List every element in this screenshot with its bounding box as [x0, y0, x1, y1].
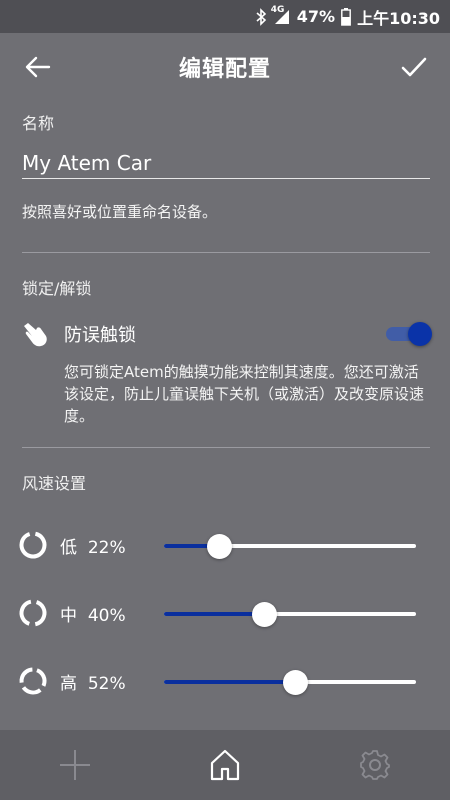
slider-thumb[interactable] — [282, 670, 308, 695]
touch-hand-icon — [24, 323, 47, 347]
back-button[interactable] — [22, 51, 54, 83]
add-button[interactable] — [45, 735, 105, 795]
slider-fill — [164, 612, 265, 616]
clock: 上午10:30 — [357, 8, 440, 28]
signal-icon: 4G — [271, 5, 291, 25]
child-lock-label: 防误触锁 — [64, 325, 136, 346]
divider — [22, 252, 430, 253]
bottom-nav — [0, 730, 450, 800]
app-bar: 编辑配置 — [0, 33, 450, 101]
lock-section-label: 锁定/解锁 — [22, 279, 92, 298]
child-lock-toggle[interactable] — [386, 322, 432, 346]
speed-low-percent: 22% — [87, 538, 126, 558]
speed-high-percent: 52% — [87, 674, 126, 694]
settings-gear-icon — [360, 750, 390, 780]
speed-high-slider[interactable] — [164, 670, 416, 695]
speed-section-label: 风速设置 — [22, 474, 87, 493]
device-name-input[interactable] — [22, 147, 430, 179]
speed-high-name: 高 — [60, 674, 77, 694]
child-lock-row: 防误触锁 — [22, 316, 432, 352]
bluetooth-icon — [255, 7, 267, 26]
home-icon — [210, 749, 240, 781]
network-type: 4G — [270, 4, 285, 15]
divider — [22, 447, 430, 448]
slider-fill — [164, 680, 296, 684]
speed-row-high: 高 52% — [18, 664, 430, 698]
speed-row-medium: 中 40% — [18, 596, 430, 630]
slider-thumb[interactable] — [252, 602, 278, 627]
page-title: 编辑配置 — [178, 57, 271, 82]
fan-speed-high-icon — [19, 667, 47, 695]
speed-medium-name: 中 — [60, 606, 77, 626]
name-helper-text: 按照喜好或位置重命名设备。 — [22, 203, 218, 221]
add-icon — [60, 750, 90, 780]
speed-low-label: 低 22% — [60, 533, 126, 558]
fan-speed-medium-icon — [19, 599, 47, 627]
home-button[interactable] — [195, 735, 255, 795]
battery-icon — [341, 7, 351, 26]
speed-medium-percent: 40% — [87, 606, 126, 626]
arrow-left-icon — [25, 56, 51, 78]
speed-low-name: 低 — [60, 538, 77, 558]
speed-medium-slider[interactable] — [164, 602, 416, 627]
save-button[interactable] — [398, 51, 430, 83]
settings-button[interactable] — [345, 735, 405, 795]
fan-speed-low-icon — [19, 531, 47, 559]
child-lock-description: 您可锁定Atem的触摸功能来控制其速度。您还可激活该设定，防止儿童误触下关机（或… — [64, 363, 425, 425]
status-bar: 4G 47% 上午10:30 — [0, 0, 450, 33]
battery-percent: 47% — [296, 7, 336, 26]
speed-medium-label: 中 40% — [60, 601, 126, 626]
speed-low-slider[interactable] — [164, 534, 416, 559]
toggle-knob — [408, 322, 432, 346]
speed-row-low: 低 22% — [18, 528, 430, 562]
slider-thumb[interactable] — [206, 534, 232, 559]
check-icon — [401, 57, 427, 77]
speed-high-label: 高 52% — [60, 669, 126, 694]
name-section-label: 名称 — [22, 114, 55, 133]
